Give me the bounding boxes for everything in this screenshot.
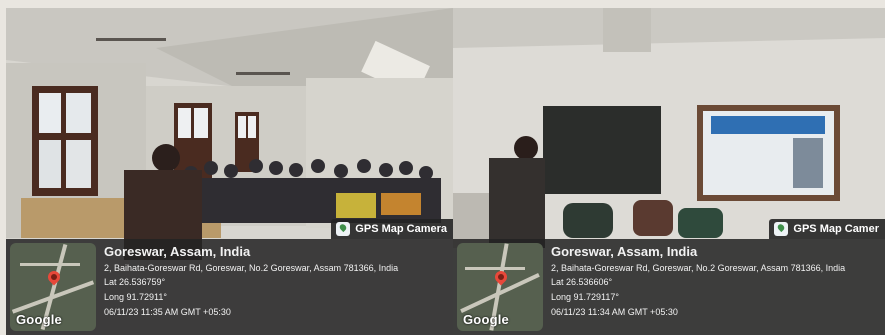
badge-label: GPS Map Camera — [355, 223, 447, 235]
location-title: Goreswar, Assam, India — [551, 244, 698, 259]
latitude-text: Lat 26.536759° — [104, 277, 166, 287]
classroom-photo-left: GPS Map Camera Google Goreswar, Assam, I… — [6, 8, 453, 335]
gps-camera-icon — [336, 222, 351, 236]
gps-overlay: Google Goreswar, Assam, India 2, Baihata… — [453, 239, 885, 335]
address-text: 2, Baihata-Goreswar Rd, Goreswar, No.2 G… — [104, 263, 399, 273]
gps-camera-badge: GPS Map Camer — [769, 219, 885, 239]
google-logo: Google — [463, 312, 509, 327]
photo-collage: GPS Map Camera Google Goreswar, Assam, I… — [0, 0, 885, 335]
latitude-text: Lat 26.536606° — [551, 277, 613, 287]
location-info: Goreswar, Assam, India 2, Baihata-Goresw… — [104, 243, 447, 320]
datetime-text: 06/11/23 11:35 AM GMT +05:30 — [104, 307, 231, 317]
location-info: Goreswar, Assam, India 2, Baihata-Goresw… — [551, 243, 879, 320]
longitude-text: Long 91.729117° — [551, 292, 619, 302]
gps-overlay: Google Goreswar, Assam, India 2, Baihata… — [6, 239, 453, 335]
gps-camera-badge: GPS Map Camera — [331, 219, 453, 239]
badge-label: GPS Map Camer — [793, 223, 879, 235]
google-logo: Google — [16, 312, 62, 327]
map-thumbnail: Google — [457, 243, 543, 331]
datetime-text: 06/11/23 11:34 AM GMT +05:30 — [551, 307, 678, 317]
classroom-photo-right: GPS Map Camer Google Goreswar, Assam, In… — [453, 8, 885, 335]
gps-camera-icon — [774, 222, 789, 236]
map-thumbnail: Google — [10, 243, 96, 331]
longitude-text: Long 91.72911° — [104, 292, 167, 302]
address-text: 2, Baihata-Goreswar Rd, Goreswar, No.2 G… — [551, 263, 846, 273]
location-title: Goreswar, Assam, India — [104, 244, 251, 259]
map-pin-icon — [492, 268, 510, 286]
